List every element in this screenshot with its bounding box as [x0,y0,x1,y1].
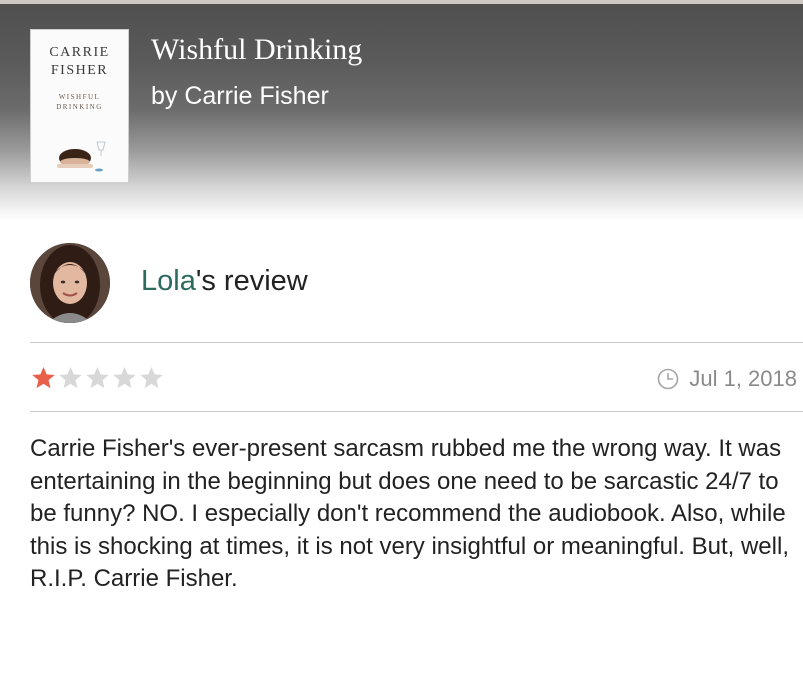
book-author[interactable]: by Carrie Fisher [151,82,329,111]
cover-illustration [57,141,106,172]
cover-author: CARRIE FISHER [31,44,128,80]
review-heading: Lola's review [141,265,308,298]
review-date-row: Jul 1, 2018 [657,365,797,393]
book-header: CARRIE FISHER WISHFUL DRINKING Wishful D… [0,0,803,222]
divider [30,411,803,412]
clock-icon [658,368,679,390]
cover-title-line1: WISHFUL [58,93,101,101]
cover-author-line2: FISHER [50,63,109,78]
star-empty-icon [140,366,163,389]
avatar-photo [30,243,110,323]
cover-title: WISHFUL DRINKING [31,92,128,112]
review-page: CARRIE FISHER WISHFUL DRINKING Wishful D… [0,0,803,691]
review-text: Carrie Fisher's ever-present sarcasm rub… [30,435,789,592]
star-empty-icon [113,366,136,389]
star-rating [30,365,165,393]
book-title[interactable]: Wishful Drinking [151,33,362,67]
star-empty-icon [86,366,109,389]
cover-title-line2: DRINKING [56,103,103,111]
header-top-border [0,0,803,4]
review-date: Jul 1, 2018 [689,366,797,391]
star-empty-icon [59,366,82,389]
reviewer-avatar[interactable] [30,243,110,323]
cover-author-line1: CARRIE [49,45,110,60]
star-filled-icon [32,366,55,389]
review-heading-suffix: 's review [195,265,308,297]
reviewer-name-link[interactable]: Lola [141,265,196,297]
divider [30,342,803,343]
book-cover[interactable]: CARRIE FISHER WISHFUL DRINKING [31,30,128,182]
